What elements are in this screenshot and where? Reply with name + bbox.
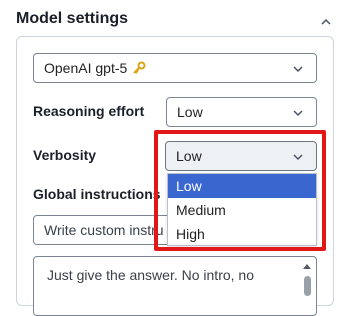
model-select[interactable]: OpenAI gpt-5 <box>33 53 317 83</box>
instructions-textarea[interactable]: Just give the answer. No intro, no <box>33 256 317 316</box>
section-title: Model settings <box>16 10 129 27</box>
reasoning-effort-value: Low <box>177 104 203 120</box>
model-select-value: OpenAI gpt-5 <box>44 60 128 76</box>
key-icon <box>132 61 146 75</box>
highlight-box <box>154 130 326 251</box>
chevron-down-icon <box>293 110 303 117</box>
verbosity-label: Verbosity <box>33 147 97 163</box>
scroll-up-arrow-icon[interactable] <box>302 262 312 270</box>
reasoning-effort-label: Reasoning effort <box>33 103 145 119</box>
collapse-button[interactable] <box>316 12 336 32</box>
chevron-up-icon <box>321 18 331 25</box>
chevron-down-icon <box>293 66 303 73</box>
scrollbar-thumb[interactable] <box>304 276 311 296</box>
global-instructions-label: Global instructions <box>33 186 161 202</box>
reasoning-effort-select[interactable]: Low <box>166 97 317 127</box>
